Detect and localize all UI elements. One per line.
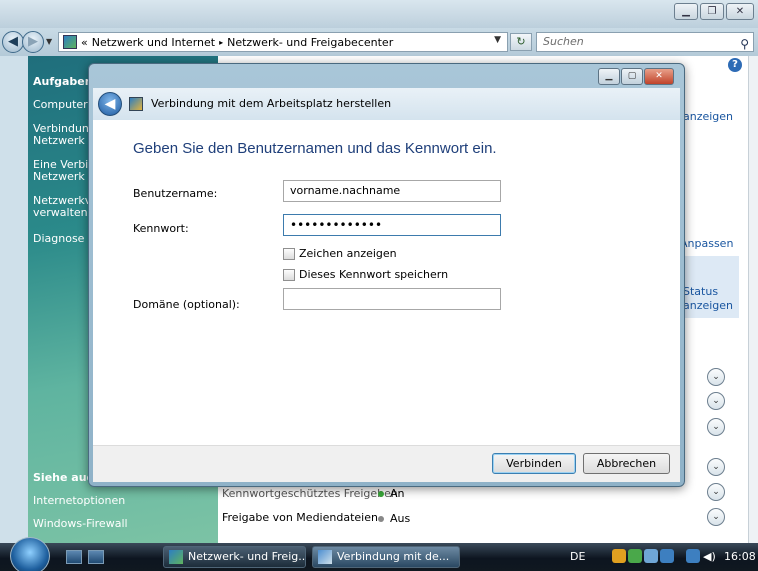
chevron-down-icon[interactable]: ⌄	[707, 368, 725, 386]
connect-workplace-dialog: ▁ ▢ ✕ ◀ Verbindung mit dem Arbeitsplatz …	[88, 63, 685, 487]
start-button[interactable]	[10, 537, 50, 571]
password-sharing-state: An	[378, 487, 405, 500]
checkbox-icon[interactable]	[283, 247, 295, 260]
username-field[interactable]: vorname.nachname	[283, 180, 501, 202]
media-sharing-state: Aus	[378, 512, 410, 525]
link-view-full-map[interactable]: anzeigen	[683, 110, 733, 123]
breadcrumb-network-internet[interactable]: Netzwerk und Internet	[92, 36, 215, 49]
shield-icon[interactable]	[612, 549, 626, 563]
media-sharing-state-text: Aus	[390, 512, 411, 525]
network-icon	[169, 550, 183, 564]
volume-icon[interactable]: ◀)	[703, 550, 716, 563]
maximize-icon[interactable]: ▢	[621, 68, 643, 85]
password-sharing-label: Kennwortgeschütztes Freigeben	[222, 487, 398, 500]
taskbar: Netzwerk- und Freig... Verbindung mit de…	[0, 537, 758, 571]
maximize-icon[interactable]: ❐	[700, 3, 724, 20]
sync-icon[interactable]	[660, 549, 674, 563]
close-icon[interactable]: ✕	[644, 68, 674, 85]
search-input[interactable]: Suchen ⚲	[536, 32, 754, 52]
password-field[interactable]: •••••••••••••	[283, 214, 501, 236]
chevron-down-icon[interactable]: ⌄	[707, 392, 725, 410]
scrollbar[interactable]	[748, 56, 758, 543]
domain-label: Domäne (optional):	[133, 298, 240, 311]
explorer-window-controls: ▁ ❐ ✕	[674, 3, 754, 20]
task-manage-line-2[interactable]: verwalten	[33, 207, 88, 219]
network-status-icon[interactable]	[644, 549, 658, 563]
vpn-connection-icon	[129, 97, 143, 111]
chevron-down-icon[interactable]: ⌄	[707, 418, 725, 436]
link-status-line-1[interactable]: Status	[683, 285, 718, 298]
address-dropdown-icon[interactable]: ▼	[494, 35, 501, 45]
back-arrow-icon[interactable]: ◀	[98, 92, 122, 116]
domain-field[interactable]	[283, 288, 501, 310]
show-characters-label[interactable]: Zeichen anzeigen	[299, 247, 397, 260]
show-desktop-icon[interactable]	[66, 550, 82, 564]
task-computer[interactable]: Computer	[33, 99, 88, 111]
password-label: Kennwort:	[133, 222, 189, 235]
address-bar: ◀ ▶ ▼ « Netzwerk und Internet ▸ Netzwerk…	[0, 28, 758, 56]
taskbar-item-label: Verbindung mit de...	[337, 550, 450, 563]
clock[interactable]: 16:08	[724, 550, 756, 563]
link-windows-firewall[interactable]: Windows-Firewall	[33, 518, 128, 530]
explorer-title-bar: ▁ ❐ ✕	[0, 0, 758, 28]
dialog-heading: Geben Sie den Benutzernamen und das Kenn…	[133, 140, 497, 157]
breadcrumb-separator-icon[interactable]: ▸	[219, 38, 223, 47]
save-password-label[interactable]: Dieses Kennwort speichern	[299, 268, 448, 281]
cancel-button[interactable]: Abbrechen	[583, 453, 670, 474]
link-customize[interactable]: Anpassen	[680, 237, 733, 250]
history-dropdown-icon[interactable]: ▼	[46, 37, 52, 46]
dialog-body: Geben Sie den Benutzernamen und das Kenn…	[93, 120, 680, 445]
task-connect-line-2[interactable]: Netzwerk h	[33, 135, 95, 147]
connect-button[interactable]: Verbinden	[492, 453, 576, 474]
back-button[interactable]: ◀	[2, 31, 24, 53]
save-password-checkbox[interactable]: Dieses Kennwort speichern	[283, 268, 448, 281]
taskbar-item-sharing-center[interactable]: Netzwerk- und Freig...	[163, 546, 306, 568]
checkbox-icon[interactable]	[283, 268, 295, 281]
dialog-title: Verbindung mit dem Arbeitsplatz herstell…	[151, 97, 392, 110]
dialog-header: ◀ Verbindung mit dem Arbeitsplatz herste…	[93, 88, 680, 120]
link-internet-options[interactable]: Internetoptionen	[33, 495, 125, 507]
address-prefix: «	[81, 35, 88, 49]
minimize-icon[interactable]: ▁	[674, 3, 698, 20]
status-on-icon	[378, 491, 384, 497]
link-status-line-2[interactable]: anzeigen	[683, 299, 733, 312]
search-icon[interactable]: ⚲	[740, 35, 749, 53]
close-icon[interactable]: ✕	[726, 3, 754, 20]
help-icon[interactable]: ?	[728, 58, 742, 72]
taskbar-item-label: Netzwerk- und Freig...	[188, 550, 306, 563]
language-indicator[interactable]: DE	[570, 550, 585, 563]
chevron-down-icon[interactable]: ⌄	[707, 458, 725, 476]
network-icon	[63, 35, 77, 49]
breadcrumb-sharing-center[interactable]: Netzwerk- und Freigabecenter	[227, 36, 393, 49]
username-label: Benutzername:	[133, 187, 218, 200]
refresh-button[interactable]: ↻	[510, 33, 532, 51]
task-setup-line-2[interactable]: Netzwerk e	[33, 171, 95, 183]
task-diagnose[interactable]: Diagnose u	[33, 233, 95, 245]
tasks-heading: Aufgaben	[33, 75, 93, 88]
status-off-icon	[378, 516, 384, 522]
security-icon[interactable]	[628, 549, 642, 563]
search-placeholder: Suchen	[543, 35, 584, 48]
chevron-down-icon[interactable]: ⌄	[707, 508, 725, 526]
password-sharing-state-text: An	[390, 487, 405, 500]
vpn-connection-icon	[318, 550, 332, 564]
media-sharing-label: Freigabe von Mediendateien	[222, 511, 378, 524]
dialog-window-controls: ▁ ▢ ✕	[598, 68, 674, 85]
minimize-icon[interactable]: ▁	[598, 68, 620, 85]
forward-button[interactable]: ▶	[22, 31, 44, 53]
address-field[interactable]: « Netzwerk und Internet ▸ Netzwerk- und …	[58, 32, 508, 52]
taskbar-item-connect-dialog[interactable]: Verbindung mit de...	[312, 546, 460, 568]
switch-windows-icon[interactable]	[88, 550, 104, 564]
show-characters-checkbox[interactable]: Zeichen anzeigen	[283, 247, 397, 260]
network-tray-icon[interactable]	[686, 549, 700, 563]
chevron-down-icon[interactable]: ⌄	[707, 483, 725, 501]
dialog-footer: Verbinden Abbrechen	[93, 445, 680, 482]
